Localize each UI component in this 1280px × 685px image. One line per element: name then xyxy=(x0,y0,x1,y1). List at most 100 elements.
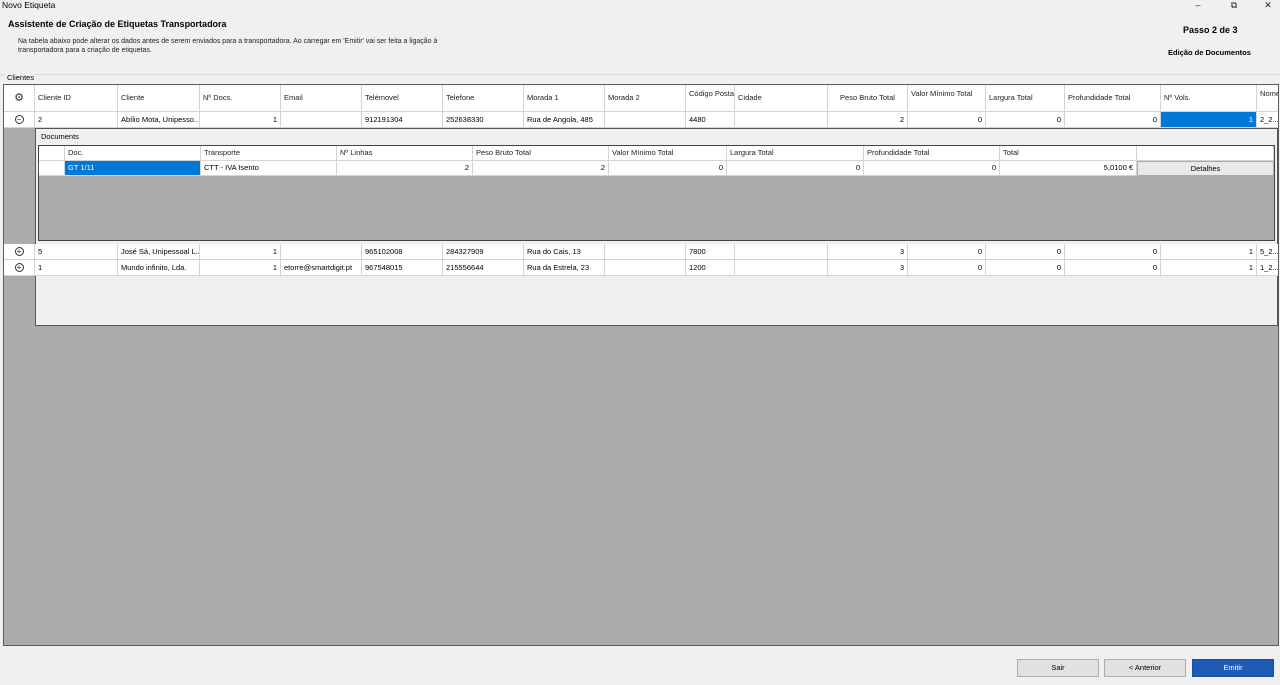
details-button[interactable]: Detalhes xyxy=(1137,161,1274,176)
doc-col-header-valor-minimo-total[interactable]: Valor Mínimo Total xyxy=(609,146,727,161)
doc-cell-valor-minimo-total[interactable]: 0 xyxy=(609,161,727,176)
emit-button[interactable]: Emitir xyxy=(1192,659,1274,677)
cell-num-vols[interactable]: 1 xyxy=(1161,260,1257,276)
cell-morada-2[interactable] xyxy=(605,244,686,260)
doc-cell-largura-total[interactable]: 0 xyxy=(727,161,864,176)
doc-cell-num-linhas[interactable]: 2 xyxy=(337,161,473,176)
cell-cliente[interactable]: Mundo infinito, Lda. xyxy=(118,260,200,276)
cell-valor-minimo-total[interactable]: 0 xyxy=(908,112,986,128)
cell-telemovel[interactable]: 967548015 xyxy=(362,260,443,276)
header-separator xyxy=(0,74,1280,75)
col-header-num-vols[interactable]: Nº Vols. xyxy=(1161,85,1257,112)
cell-nome-ficheiro[interactable]: 2_2... xyxy=(1257,112,1278,128)
cell-cliente-id[interactable]: 1 xyxy=(35,260,118,276)
cell-nome-ficheiro[interactable]: 1_2... xyxy=(1257,260,1278,276)
col-header-telemovel[interactable]: Telémovel xyxy=(362,85,443,112)
cell-num-vols[interactable]: 1 xyxy=(1161,244,1257,260)
cell-email[interactable]: etorre@smartdigit.pt xyxy=(281,260,362,276)
cell-num-docs[interactable]: 1 xyxy=(200,112,281,128)
doc-cell-peso-bruto-total[interactable]: 2 xyxy=(473,161,609,176)
cell-morada-2[interactable] xyxy=(605,260,686,276)
cell-num-vols[interactable]: 1 xyxy=(1161,112,1257,128)
doc-cell-total[interactable]: 5,0100 € xyxy=(1000,161,1137,176)
documents-grid[interactable]: Doc. Transporte Nº Linhas Peso Bruto Tot… xyxy=(38,145,1275,241)
cell-telefone[interactable]: 284327909 xyxy=(443,244,524,260)
cell-nome-ficheiro[interactable]: 5_2... xyxy=(1257,244,1278,260)
col-header-cidade[interactable]: Cidade xyxy=(735,85,828,112)
doc-cell-profundidade-total[interactable]: 0 xyxy=(864,161,1000,176)
col-header-codigo-postal[interactable]: Código Postal xyxy=(686,85,735,112)
documents-tab-label[interactable]: Documents xyxy=(41,132,79,141)
cell-morada-1[interactable]: Rua do Cais, 13 xyxy=(524,244,605,260)
title-bar: Novo Etiqueta – ⧉ ✕ xyxy=(0,0,1280,11)
close-button[interactable]: ✕ xyxy=(1256,0,1280,11)
cell-morada-2[interactable] xyxy=(605,112,686,128)
doc-col-header-num-linhas[interactable]: Nº Linhas xyxy=(337,146,473,161)
expand-row-button[interactable]: + xyxy=(4,260,35,276)
cell-largura-total[interactable]: 0 xyxy=(986,112,1065,128)
col-header-morada-2[interactable]: Morada 2 xyxy=(605,85,686,112)
minimize-button[interactable]: – xyxy=(1186,0,1210,11)
cell-cidade[interactable] xyxy=(735,112,828,128)
clients-grid[interactable]: ⚙ Cliente ID Cliente Nº Docs. Email Telé… xyxy=(3,84,1279,646)
cell-num-docs[interactable]: 1 xyxy=(200,244,281,260)
cell-largura-total[interactable]: 0 xyxy=(986,260,1065,276)
col-header-nome-ficheiro[interactable]: Nome Fiche xyxy=(1257,85,1278,112)
column-chooser-button[interactable]: ⚙ xyxy=(4,85,35,112)
cell-cidade[interactable] xyxy=(735,260,828,276)
cell-cidade[interactable] xyxy=(735,244,828,260)
cell-codigo-postal[interactable]: 1200 xyxy=(686,260,735,276)
restore-button[interactable]: ⧉ xyxy=(1222,0,1246,11)
collapse-row-button[interactable]: − xyxy=(4,112,35,128)
cell-codigo-postal[interactable]: 4480 xyxy=(686,112,735,128)
back-button[interactable]: < Anterior xyxy=(1104,659,1186,677)
col-header-largura-total[interactable]: Largura Total xyxy=(986,85,1065,112)
doc-cell-transporte[interactable]: CTT - IVA Isento xyxy=(201,161,337,176)
doc-row-indicator[interactable] xyxy=(39,161,65,176)
doc-col-header-transporte[interactable]: Transporte xyxy=(201,146,337,161)
exit-button[interactable]: Sair xyxy=(1017,659,1099,677)
col-header-peso-bruto-total[interactable]: Peso Bruto Total xyxy=(828,85,908,112)
cell-valor-minimo-total[interactable]: 0 xyxy=(908,260,986,276)
doc-col-header-largura-total[interactable]: Largura Total xyxy=(727,146,864,161)
cell-profundidade-total[interactable]: 0 xyxy=(1065,260,1161,276)
cell-email[interactable] xyxy=(281,244,362,260)
doc-col-header-profundidade-total[interactable]: Profundidade Total xyxy=(864,146,1000,161)
cell-profundidade-total[interactable]: 0 xyxy=(1065,112,1161,128)
cell-largura-total[interactable]: 0 xyxy=(986,244,1065,260)
doc-col-header-total[interactable]: Total xyxy=(1000,146,1137,161)
cell-cliente-id[interactable]: 2 xyxy=(35,112,118,128)
doc-col-header-peso-bruto-total[interactable]: Peso Bruto Total xyxy=(473,146,609,161)
cell-telefone[interactable]: 215556644 xyxy=(443,260,524,276)
col-header-profundidade-total[interactable]: Profundidade Total xyxy=(1065,85,1161,112)
col-header-telefone[interactable]: Telefone xyxy=(443,85,524,112)
cell-morada-1[interactable]: Rua de Angola, 485 xyxy=(524,112,605,128)
col-header-cliente-id[interactable]: Cliente ID xyxy=(35,85,118,112)
cell-telemovel[interactable]: 965102008 xyxy=(362,244,443,260)
col-header-cliente[interactable]: Cliente xyxy=(118,85,200,112)
col-header-morada-1[interactable]: Morada 1 xyxy=(524,85,605,112)
expand-row-button[interactable]: + xyxy=(4,244,35,260)
col-header-num-docs[interactable]: Nº Docs. xyxy=(200,85,281,112)
cell-email[interactable] xyxy=(281,112,362,128)
cell-codigo-postal[interactable]: 7800 xyxy=(686,244,735,260)
cell-peso-bruto-total[interactable]: 3 xyxy=(828,244,908,260)
col-header-email[interactable]: Email xyxy=(281,85,362,112)
cell-telemovel[interactable]: 912191304 xyxy=(362,112,443,128)
cell-morada-1[interactable]: Rua da Estrela, 23 xyxy=(524,260,605,276)
doc-col-header-doc[interactable]: Doc. xyxy=(65,146,201,161)
plus-circle-icon: + xyxy=(14,247,24,256)
window-title: Novo Etiqueta xyxy=(2,0,56,10)
cell-cliente-id[interactable]: 5 xyxy=(35,244,118,260)
cell-cliente[interactable]: José Sá, Unipessoal L... xyxy=(118,244,200,260)
doc-cell-doc[interactable]: GT 1/11 xyxy=(65,161,201,176)
col-header-valor-minimo-total[interactable]: Valor Mínimo Total xyxy=(908,85,986,112)
cell-peso-bruto-total[interactable]: 3 xyxy=(828,260,908,276)
cell-telefone[interactable]: 252638330 xyxy=(443,112,524,128)
cell-valor-minimo-total[interactable]: 0 xyxy=(908,244,986,260)
cell-peso-bruto-total[interactable]: 2 xyxy=(828,112,908,128)
cell-profundidade-total[interactable]: 0 xyxy=(1065,244,1161,260)
restore-icon: ⧉ xyxy=(1230,0,1238,10)
cell-num-docs[interactable]: 1 xyxy=(200,260,281,276)
cell-cliente[interactable]: Abílio Mota, Unipesso... xyxy=(118,112,200,128)
